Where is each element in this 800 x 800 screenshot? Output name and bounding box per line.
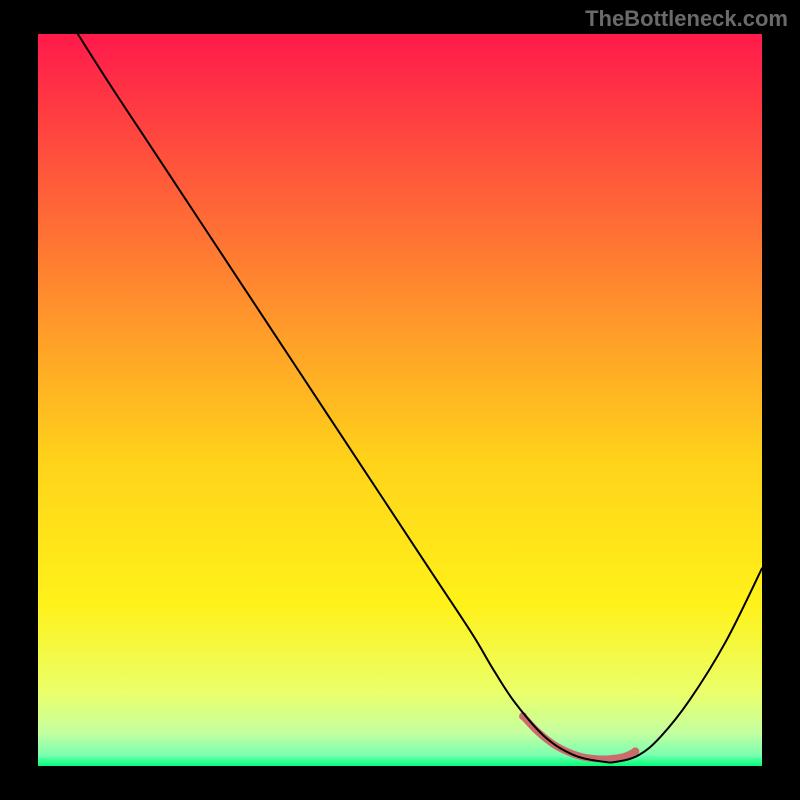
plot-background bbox=[38, 34, 762, 766]
chart-container: TheBottleneck.com bbox=[0, 0, 800, 800]
watermark-text: TheBottleneck.com bbox=[585, 6, 788, 32]
highlight-endpoint bbox=[631, 747, 639, 755]
chart-svg bbox=[0, 0, 800, 800]
